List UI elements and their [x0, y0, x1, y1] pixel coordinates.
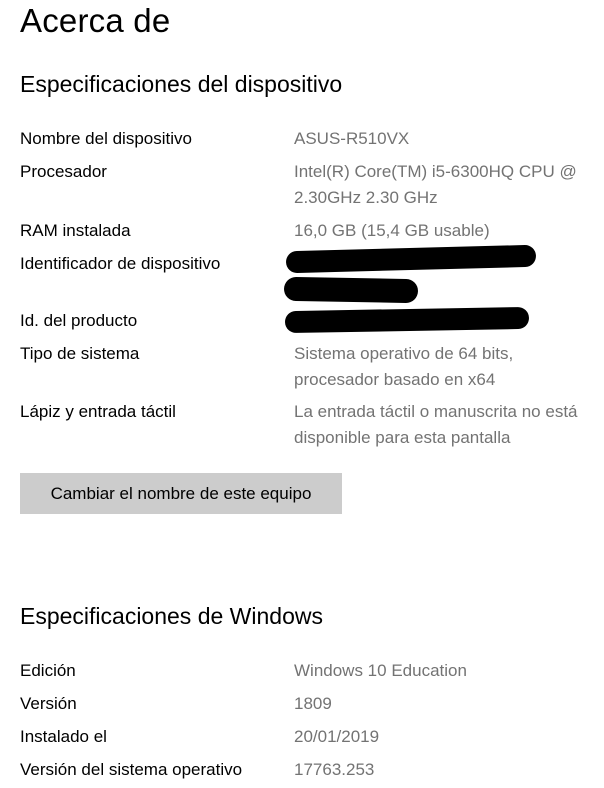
- redaction-mark: [285, 244, 537, 274]
- redaction-mark: [283, 276, 419, 304]
- spec-value[interactable]: La entrada táctil o manuscrita no está d…: [294, 399, 584, 451]
- page-title: Acerca de: [20, 2, 171, 39]
- spec-value[interactable]: 1809: [294, 691, 594, 717]
- device-specs-heading: Especificaciones del dispositivo: [20, 71, 343, 97]
- spec-value[interactable]: ASUS-R510VX: [294, 126, 594, 152]
- spec-value[interactable]: Intel(R) Core(TM) i5-6300HQ CPU @ 2.30GH…: [294, 159, 584, 211]
- rename-pc-button[interactable]: Cambiar el nombre de este equipo: [20, 473, 342, 514]
- spec-label: Tipo de sistema: [20, 344, 140, 363]
- spec-label: Nombre del dispositivo: [20, 129, 192, 148]
- redaction-mark: [284, 306, 530, 334]
- spec-label: Instalado el: [20, 727, 107, 746]
- spec-value[interactable]: Windows 10 Education: [294, 658, 594, 684]
- spec-value[interactable]: 16,0 GB (15,4 GB usable): [294, 218, 594, 244]
- spec-label: Versión: [20, 694, 77, 713]
- spec-label: Identificador de dispositivo: [20, 254, 221, 273]
- spec-value[interactable]: 20/01/2019: [294, 724, 594, 750]
- spec-label: Edición: [20, 661, 76, 680]
- windows-specs-heading: Especificaciones de Windows: [20, 603, 323, 629]
- spec-value[interactable]: Sistema operativo de 64 bits, procesador…: [294, 341, 554, 393]
- spec-label: Procesador: [20, 162, 107, 181]
- spec-label: Lápiz y entrada táctil: [20, 402, 176, 421]
- spec-label: RAM instalada: [20, 221, 131, 240]
- spec-label: Id. del producto: [20, 311, 138, 330]
- spec-value[interactable]: 17763.253: [294, 757, 594, 783]
- spec-label: Versión del sistema operativo: [20, 760, 243, 779]
